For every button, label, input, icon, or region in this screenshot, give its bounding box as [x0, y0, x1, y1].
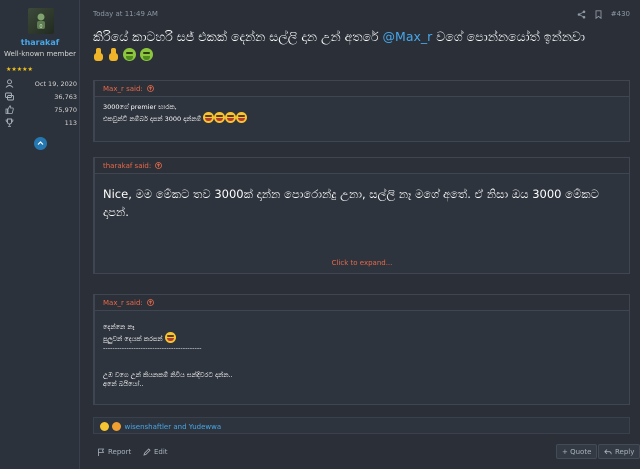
quote-header[interactable]: tharakaf said:	[95, 158, 629, 174]
quote-content: 3000ගේ premier භාරක, එකවුන්ට් නම්බර් දාප…	[95, 97, 629, 130]
pencil-icon	[143, 447, 151, 456]
quote-line: පුලුවන් දෙයක් කරපන්	[103, 332, 621, 344]
quote-header[interactable]: Max_r said:	[95, 295, 629, 311]
reply-button[interactable]: Reply	[598, 444, 640, 459]
thumbs-up-icon	[5, 105, 14, 114]
quote-block: tharakaf said: Nice, මම මේකට තව 3000ක් ද…	[93, 157, 630, 274]
stat-messages: 36,763	[5, 92, 77, 103]
post-body: කිරියේ කාටහරි සජ් එකක් දෙන්න සල්ලි දාන උ…	[93, 28, 633, 64]
user-info-panel: 0 tharakaf Well-known member ★★★★★ Oct 1…	[0, 0, 80, 469]
quote-author[interactable]: tharakaf said:	[103, 162, 151, 170]
user-mention-link[interactable]: @Max_r	[383, 29, 433, 44]
quote-label: + Quote	[562, 447, 592, 456]
quote-button[interactable]: + Quote	[556, 444, 598, 459]
quote-content: දෙන්නෙ නෑ පුලුවන් දෙයක් කරපන් ----------…	[95, 311, 629, 395]
post-date[interactable]: Today at 11:49 AM	[93, 10, 158, 18]
quote-line: එකවුන්ට් නම්බර් දාපන් 3000 දාන්නම්	[103, 112, 621, 124]
edit-label: Edit	[154, 447, 168, 456]
reply-label: Reply	[615, 447, 635, 456]
collapse-user-info-button[interactable]	[34, 137, 47, 150]
chevron-up-icon	[37, 141, 44, 145]
thumbs-down-emoji-icon	[108, 48, 119, 61]
messages-icon	[5, 92, 14, 101]
laughing-face-emoji-icon	[203, 112, 215, 123]
arrow-up-circle-icon[interactable]	[155, 162, 163, 169]
quote-line: උඹ වගෙ උන් කියනකම් නිවිය සන්දිවරට දාන්න.…	[103, 371, 233, 379]
user-rating-stars: ★★★★★	[6, 66, 33, 73]
vomiting-face-emoji-icon	[139, 48, 153, 61]
vomiting-face-emoji-icon	[122, 48, 136, 61]
quote-line: දෙන්නෙ නෑ	[103, 323, 135, 331]
username[interactable]: tharakaf	[0, 38, 80, 47]
svg-text:0: 0	[39, 24, 42, 30]
post-text-continued: වගේ පොන්නයෝත් ඉන්නවා	[432, 29, 586, 44]
quote-blank-line	[103, 353, 621, 362]
user-title: Well-known member	[4, 50, 76, 58]
stat-reactions: 75,970	[5, 105, 77, 116]
post-content: Today at 11:49 AM #430 කිරියේ කාටහරි සජ්…	[80, 0, 640, 469]
avatar[interactable]: 0	[28, 8, 54, 34]
quote-author[interactable]: Max_r said:	[103, 85, 143, 93]
reactions-bar[interactable]: wisenshaftler and Yudewwa	[93, 417, 630, 434]
laughing-face-emoji-icon	[236, 112, 248, 123]
stat-value: 36,763	[54, 93, 77, 101]
quote-blank-line	[103, 362, 621, 371]
post-actions: #430	[577, 8, 630, 20]
trophy-icon	[5, 118, 14, 127]
laughing-face-emoji-icon	[164, 332, 176, 343]
smile-reaction-icon	[100, 422, 109, 431]
quote-line: 3000ගේ premier භාරක,	[103, 103, 177, 111]
stat-value: 75,970	[54, 106, 77, 114]
stat-value: 113	[64, 119, 77, 127]
laughing-face-emoji-icon	[214, 112, 226, 123]
arrow-up-circle-icon[interactable]	[147, 85, 154, 92]
post-number[interactable]: #430	[611, 10, 630, 18]
laugh-reaction-icon	[112, 422, 122, 431]
quote-author[interactable]: Max_r said:	[103, 299, 143, 307]
stat-value: Oct 19, 2020	[34, 80, 77, 88]
reply-arrow-icon	[604, 448, 612, 454]
share-icon[interactable]	[577, 10, 586, 19]
quote-content: Nice, මම මේකට තව 3000ක් දාන්න පොරොන්දු උ…	[103, 187, 599, 219]
quote-header[interactable]: Max_r said:	[95, 81, 629, 97]
reactions-users-link[interactable]: wisenshaftler and Yudewwa	[124, 423, 221, 431]
report-button[interactable]: Report	[92, 444, 137, 459]
quote-line: අනේ බයියෝ..	[103, 380, 144, 388]
laughing-face-emoji-icon	[225, 112, 237, 123]
quote-block: Max_r said: දෙන්නෙ නෑ පුලුවන් දෙයක් කරපන…	[93, 294, 630, 405]
thumbs-down-emoji-icon	[93, 48, 104, 61]
quote-divider-line: ----------------------------------------…	[103, 344, 202, 352]
person-icon	[5, 79, 14, 88]
bookmark-icon[interactable]	[594, 9, 603, 19]
arrow-up-circle-icon[interactable]	[147, 299, 154, 306]
avatar-figure-icon: 0	[37, 13, 45, 30]
report-label: Report	[108, 447, 132, 456]
post-text: කිරියේ කාටහරි සජ් එකක් දෙන්න සල්ලි දාන උ…	[93, 29, 383, 44]
click-to-expand-link[interactable]: Click to expand...	[95, 259, 629, 267]
quote-block: Max_r said: 3000ගේ premier භාරක, එකවුන්ට…	[93, 80, 630, 142]
stat-joined: Oct 19, 2020	[5, 79, 77, 90]
stat-trophies: 113	[5, 118, 77, 129]
edit-button[interactable]: Edit	[138, 444, 173, 459]
flag-icon	[98, 448, 105, 456]
